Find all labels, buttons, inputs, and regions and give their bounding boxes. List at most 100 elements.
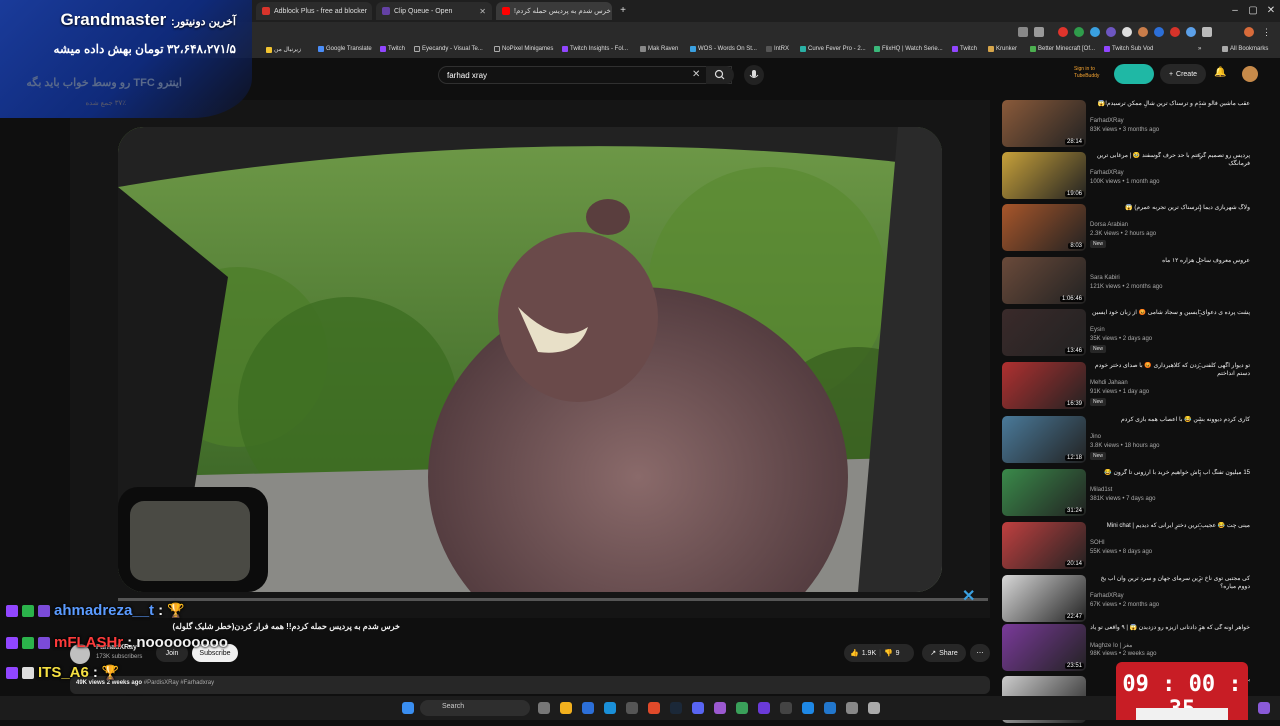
recommended-title[interactable]: پشت پرده ی دعوای ایسین و سجاد شامی 😡 از … — [1090, 309, 1250, 317]
more-actions-icon[interactable]: ⋯ — [970, 644, 990, 662]
extension-icon[interactable] — [1122, 27, 1132, 37]
menu-icon[interactable]: ⋮ — [1262, 27, 1272, 37]
recommended-channel[interactable]: FarhadXRay — [1090, 118, 1124, 124]
extension-icon[interactable] — [1090, 27, 1100, 37]
video-thumbnail[interactable]: 13:46 — [1002, 309, 1086, 356]
recommended-video[interactable]: 20:14 مینی چت 😂 عجیب ترین دخترِ ایرانی که… — [1000, 522, 1270, 572]
video-thumbnail[interactable]: 16:39 — [1002, 362, 1086, 409]
chat-username[interactable]: mFLASHr — [54, 634, 123, 651]
extension-icon[interactable] — [1154, 27, 1164, 37]
video-thumbnail[interactable]: 31:24 — [1002, 469, 1086, 516]
more-options-icon[interactable]: ⋮ — [1196, 416, 1204, 425]
more-options-icon[interactable]: ⋮ — [1196, 100, 1204, 109]
more-options-icon[interactable]: ⋮ — [1196, 309, 1204, 318]
extension-icon[interactable] — [1074, 27, 1084, 37]
channel-watermark-icon[interactable]: ✕ — [962, 586, 975, 606]
extension-icon[interactable] — [1170, 27, 1180, 37]
recommended-video[interactable]: 31:24 15 میلیون تفنگ آب پاش خواهیم خرید ب… — [1000, 469, 1270, 519]
minimize-icon[interactable]: – — [1226, 2, 1244, 20]
recommended-title[interactable]: کی مجتبی توی ناخ ترین سرمای جهان و سرد ت… — [1090, 575, 1250, 591]
taskbar-search[interactable]: Search — [420, 700, 530, 716]
search-input[interactable]: farhad xray — [438, 66, 732, 84]
recommended-title[interactable]: 15 میلیون تفنگ آب پاش خواهیم خرید با ارز… — [1090, 469, 1250, 477]
bookmark-item[interactable]: IntRX — [766, 46, 789, 52]
bookmark-item[interactable]: Twitch Sub Vod — [1104, 46, 1153, 52]
bookmark-item[interactable]: Eyecandy - Visual Te... — [414, 46, 483, 52]
puzzle-icon[interactable] — [1202, 27, 1212, 37]
mic-button[interactable] — [744, 65, 764, 85]
recommended-title[interactable]: ولاگ شهربازی دیما (ترسناک ترین تجربه عمر… — [1090, 204, 1250, 212]
bookmark-item[interactable]: Google Translate — [318, 46, 372, 52]
video-thumbnail[interactable]: 23:51 — [1002, 624, 1086, 671]
task-view-icon[interactable] — [538, 702, 550, 714]
steam-icon[interactable] — [670, 702, 682, 714]
recommended-title[interactable]: کاری کردم دیوونه بشن 😂 با اعصاب همه بازی… — [1090, 416, 1250, 424]
recommended-channel[interactable]: Milad1st — [1090, 487, 1112, 493]
chat-username[interactable]: ITS_A6 — [38, 664, 89, 681]
tubebuddy-signin[interactable]: Sign in to TubeBuddy — [1074, 66, 1110, 80]
bookmark-item[interactable]: FlixHQ | Watch Serie... — [874, 46, 943, 52]
star-icon[interactable] — [1034, 27, 1044, 37]
bookmark-item[interactable]: WOS - Words On St... — [690, 46, 757, 52]
recommended-video[interactable]: 19:06 پردیس رو تصمیم گرفتم با حد حرف گوسف… — [1000, 152, 1270, 202]
new-tab-button[interactable]: + — [614, 2, 632, 20]
video-progress-bar[interactable] — [118, 598, 988, 601]
video-frame[interactable] — [118, 127, 942, 592]
video-thumbnail[interactable]: 20:14 — [1002, 522, 1086, 569]
video-description[interactable]: 49K views 2 weeks ago #PardisXRay #Farha… — [70, 676, 990, 694]
recommended-title[interactable]: پردیس رو تصمیم گرفتم با حد حرف گوسفند 🥹 … — [1090, 152, 1250, 168]
file-explorer-icon[interactable] — [560, 702, 572, 714]
windows-start-icon[interactable] — [402, 702, 414, 714]
recommended-title[interactable]: عروس معروف ساحل هزاره ۱۲ ماه — [1090, 257, 1250, 265]
browser-tab[interactable]: Clip Queue - Open ✕ — [376, 2, 492, 20]
create-button[interactable]: + Create — [1160, 64, 1206, 84]
bookmark-item[interactable]: Twitch — [952, 46, 977, 52]
more-options-icon[interactable]: ⋮ — [1196, 152, 1204, 161]
bookmark-item[interactable]: Curve Fever Pro - 2... — [800, 46, 866, 52]
like-count[interactable]: 1.9K — [862, 650, 876, 657]
like-icon[interactable]: 👍 — [850, 649, 859, 657]
notifications-icon[interactable]: 🔔 — [1214, 67, 1226, 78]
recommended-video[interactable]: 12:18 کاری کردم دیوونه بشن 😂 با اعصاب همه… — [1000, 416, 1270, 466]
close-icon[interactable]: ✕ — [371, 7, 372, 16]
recommended-channel[interactable]: Sara Kabiri — [1090, 275, 1120, 281]
bookmark-item[interactable]: زیرنیال من — [266, 46, 301, 53]
app-icon[interactable] — [626, 702, 638, 714]
video-thumbnail[interactable]: 19:06 — [1002, 152, 1086, 199]
bookmark-item[interactable]: Twitch Insights - Fol... — [562, 46, 628, 52]
browser-tab[interactable]: Adblock Plus - free ad blocker ✕ — [256, 2, 372, 20]
chat-username[interactable]: ahmadreza__t — [54, 602, 154, 619]
app-icon[interactable] — [758, 702, 770, 714]
edge-icon[interactable] — [604, 702, 616, 714]
store-icon[interactable] — [582, 702, 594, 714]
extension-icon[interactable] — [1138, 27, 1148, 37]
video-thumbnail[interactable]: 1:06:46 — [1002, 257, 1086, 304]
bookmark-item[interactable]: Twitch — [380, 46, 405, 52]
avatar[interactable] — [1242, 66, 1258, 82]
recommended-video[interactable]: 28:14 عقب ماشین فالو شدم و ترسناک ترین شا… — [1000, 100, 1270, 150]
recommended-video[interactable]: 8:03 ولاگ شهربازی دیما (ترسناک ترین تجربه… — [1000, 204, 1270, 254]
chevron-right-icon[interactable]: » — [1198, 46, 1201, 52]
recommended-video[interactable]: 16:39 تو دیوار آگهی کلفنی زدن که کلاهبردا… — [1000, 362, 1270, 412]
more-options-icon[interactable]: ⋮ — [1196, 575, 1204, 584]
app-icon[interactable] — [868, 702, 880, 714]
more-options-icon[interactable]: ⋮ — [1196, 624, 1204, 633]
more-options-icon[interactable]: ⋮ — [1196, 469, 1204, 478]
extension-icon[interactable] — [1186, 27, 1196, 37]
bookmark-item[interactable]: Krunker — [988, 46, 1017, 52]
more-options-icon[interactable]: ⋮ — [1196, 204, 1204, 213]
recommended-channel[interactable]: Mehdi Jahaan — [1090, 380, 1128, 386]
recommended-video[interactable]: 22:47 کی مجتبی توی ناخ ترین سرمای جهان و … — [1000, 575, 1270, 625]
recommended-title[interactable]: مینی چت 😂 عجیب ترین دخترِ ایرانی که دیدی… — [1090, 522, 1250, 530]
extension-icon[interactable] — [1106, 27, 1116, 37]
extension-icon[interactable] — [1058, 27, 1068, 37]
more-options-icon[interactable]: ⋮ — [1196, 522, 1204, 531]
video-thumbnail[interactable]: 12:18 — [1002, 416, 1086, 463]
chrome-icon[interactable] — [648, 702, 660, 714]
recommended-title[interactable]: عقب ماشین فالو شدم و ترسناک ترین شالِ مم… — [1090, 100, 1250, 108]
video-thumbnail[interactable]: 28:14 — [1002, 100, 1086, 147]
recommended-channel[interactable]: Maghze Io | مغز — [1090, 642, 1132, 649]
recommended-title[interactable]: تو دیوار آگهی کلفنی زدن که کلاهبرداری 😡 … — [1090, 362, 1250, 378]
app-icon[interactable] — [736, 702, 748, 714]
recommended-channel[interactable]: FarhadXRay — [1090, 170, 1124, 176]
